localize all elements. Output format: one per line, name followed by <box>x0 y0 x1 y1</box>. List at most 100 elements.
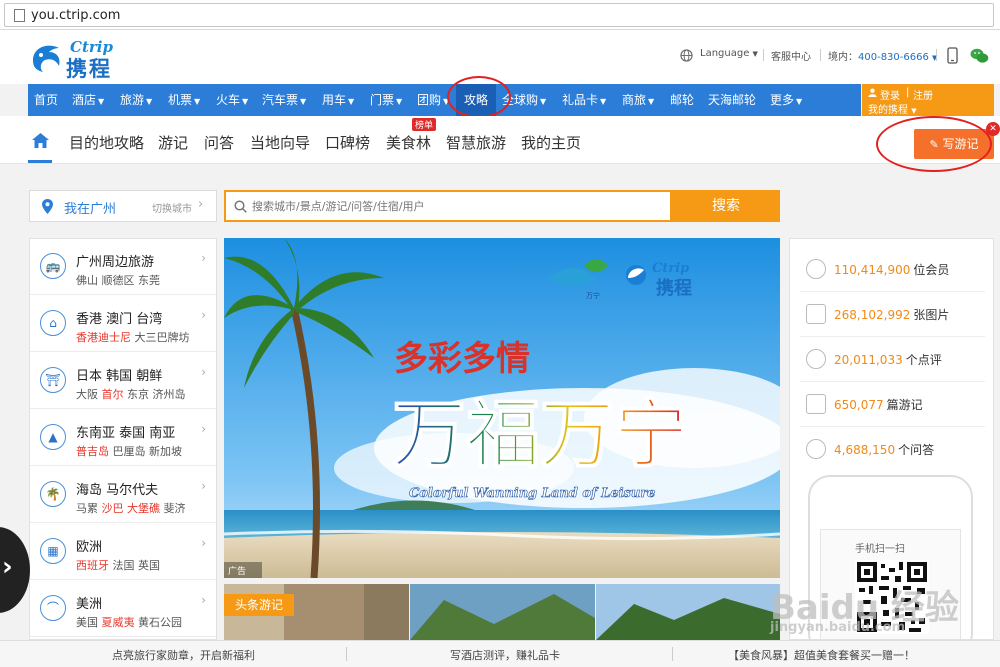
subnav-qa[interactable]: 问答 <box>204 132 234 153</box>
subnav-smart-travel[interactable]: 智慧旅游 <box>446 132 506 153</box>
stat-number: 110,414,900 <box>834 263 911 277</box>
photo-icon <box>806 304 826 324</box>
nav-item-bus[interactable]: 汽车票 ▼ <box>262 84 306 116</box>
subnav-local-guide[interactable]: 当地向导 <box>250 132 310 153</box>
sub-destination[interactable]: 大阪 <box>76 388 98 401</box>
subnav-my-home[interactable]: 我的主页 <box>521 132 581 153</box>
sub-destination[interactable]: 顺德区 <box>102 274 135 287</box>
promo-link-badges[interactable]: 点亮旅行家勋章，开启新福利 <box>112 647 255 663</box>
sub-destination[interactable]: 济州岛 <box>153 388 186 401</box>
sub-destination-hot[interactable]: 夏威夷 <box>102 616 135 629</box>
sub-destination-hot[interactable]: 首尔 <box>102 388 124 401</box>
my-ctrip-link[interactable]: 我的携程 ▼ <box>868 101 917 116</box>
nav-item-home[interactable]: 首页 <box>34 84 58 116</box>
promo-link-hotel-review[interactable]: 写酒店测评，赚礼品卡 <box>450 647 560 663</box>
category-item[interactable]: 🚌 广州周边旅游 佛山 顺德区 东莞 › <box>30 239 216 295</box>
subnav-ranking[interactable]: 口碑榜 <box>325 132 370 153</box>
category-title: 欧洲 <box>76 540 103 555</box>
nav-item-tickets[interactable]: 门票 ▼ <box>370 84 402 116</box>
subnav-travelogues[interactable]: 游记 <box>158 132 188 153</box>
divider <box>936 49 937 61</box>
sub-destination[interactable]: 东京 <box>127 388 149 401</box>
nav-item-hotel[interactable]: 酒店 ▼ <box>72 84 104 116</box>
nav-item-car[interactable]: 用车 ▼ <box>322 84 354 116</box>
login-link[interactable]: 登录 <box>880 87 900 102</box>
location-selector[interactable]: 我在广州 切换城市 › <box>29 190 217 222</box>
sub-destination[interactable]: 斐济 <box>164 502 186 515</box>
separator: | <box>906 87 910 98</box>
caret-down-icon: ▼ <box>600 97 607 106</box>
subnav-food[interactable]: 美食林 <box>386 132 431 153</box>
url-field[interactable]: you.ctrip.com <box>4 3 994 27</box>
nav-label: 天海邮轮 <box>708 93 757 107</box>
register-link[interactable]: 注册 <box>913 87 933 102</box>
category-item[interactable]: ▲ 东南亚 泰国 南亚 普吉岛 巴厘岛 新加坡 › <box>30 410 216 466</box>
sub-destination[interactable]: 新加坡 <box>149 445 182 458</box>
wechat-icon[interactable] <box>970 48 989 64</box>
dolphin-logo-icon[interactable] <box>29 40 65 74</box>
nav-item-tianhai-cruise[interactable]: 天海邮轮 <box>708 84 756 116</box>
sub-destination-hot[interactable]: 沙巴 <box>102 502 124 515</box>
category-item[interactable]: ▦ 欧洲 西班牙 法国 英国 › <box>30 524 216 580</box>
switch-city-link[interactable]: 切换城市 <box>152 200 192 215</box>
nav-item-more[interactable]: 更多 ▼ <box>770 84 802 116</box>
building-icon: ▦ <box>40 538 66 564</box>
sub-destination-hot[interactable]: 大堡礁 <box>127 502 160 515</box>
category-item[interactable]: ⌂ 香港 澳门 台湾 香港迪士尼 大三巴牌坊 › <box>30 296 216 352</box>
sub-destination[interactable]: 东莞 <box>138 274 160 287</box>
language-label: Language <box>700 48 750 59</box>
side-scroll-button[interactable]: › <box>0 527 30 613</box>
nav-label: 火车 <box>216 93 241 107</box>
nav-item-train[interactable]: 火车 ▼ <box>216 84 248 116</box>
caret-down-icon: ▼ <box>300 97 307 106</box>
banner-title: 多彩多情 <box>394 339 530 379</box>
service-center-link[interactable]: 客服中心 <box>771 48 811 63</box>
nav-item-flight[interactable]: 机票 ▼ <box>168 84 200 116</box>
chevron-right-icon: › <box>201 422 206 436</box>
sub-destination[interactable]: 大三巴牌坊 <box>135 331 190 344</box>
caret-down-icon: ▼ <box>396 97 403 106</box>
sub-destination[interactable]: 马累 <box>76 502 98 515</box>
question-icon <box>806 439 826 459</box>
headline-label[interactable]: 头条游记 <box>224 594 294 616</box>
home-icon[interactable] <box>32 133 49 148</box>
sub-destination[interactable]: 巴厘岛 <box>113 445 146 458</box>
category-item[interactable]: ⌒ 美洲 美国 夏威夷 黄石公园 › <box>30 581 216 637</box>
location-pin-icon <box>42 199 53 214</box>
sub-destination[interactable]: 黄石公园 <box>138 616 182 629</box>
stat-photos: 268,102,992 张图片 <box>800 292 985 337</box>
chevron-right-icon: › <box>198 197 204 212</box>
stat-label: 个问答 <box>898 443 935 457</box>
sub-destination-hot[interactable]: 香港迪士尼 <box>76 331 131 344</box>
nav-item-business[interactable]: 商旅 ▼ <box>622 84 654 116</box>
category-item[interactable]: ⛩ 日本 韩国 朝鲜 大阪 首尔 东京 济州岛 › <box>30 353 216 409</box>
divider <box>763 49 764 61</box>
sub-destination[interactable]: 美国 <box>76 616 98 629</box>
sub-destination[interactable]: 英国 <box>138 559 160 572</box>
category-subs: 马累 沙巴 大堡礁 斐济 <box>76 500 186 516</box>
nav-label: 邮轮 <box>670 93 695 107</box>
mobile-phone-icon[interactable] <box>947 47 958 64</box>
category-title: 广州周边旅游 <box>76 255 155 270</box>
nav-item-groupbuy[interactable]: 团购 ▼ <box>417 84 449 116</box>
sub-destination-hot[interactable]: 普吉岛 <box>76 445 109 458</box>
nav-item-travel[interactable]: 旅游 ▼ <box>120 84 152 116</box>
search-input[interactable] <box>252 195 662 217</box>
sub-destination[interactable]: 法国 <box>113 559 135 572</box>
search-button[interactable]: 搜索 <box>672 190 780 222</box>
phone-label: 境内： <box>828 52 858 63</box>
phone-selector[interactable]: 境内：400-830-6666 ▼ <box>828 48 937 63</box>
tower-icon: ⌂ <box>40 310 66 336</box>
nav-item-giftcard[interactable]: 礼品卡 ▼ <box>562 84 606 116</box>
language-selector[interactable]: Language ▼ <box>700 48 758 59</box>
promo-link-food[interactable]: 【美食风暴】超值美食套餐买一赠一！ <box>728 647 915 663</box>
category-item[interactable]: 🌴 海岛 马尔代夫 马累 沙巴 大堡礁 斐济 › <box>30 467 216 523</box>
nav-item-cruise[interactable]: 邮轮 <box>670 84 694 116</box>
chevron-right-icon: › <box>201 365 206 379</box>
subnav-destination-guides[interactable]: 目的地攻略 <box>69 132 144 153</box>
promo-banner[interactable]: Ctrip 携程 万宁 多彩多情 万福万宁 Colorful Wanning L… <box>224 238 780 578</box>
stat-travelogues: 650,077 篇游记 <box>800 382 985 427</box>
sub-destination[interactable]: 佛山 <box>76 274 98 287</box>
sub-destination-hot[interactable]: 西班牙 <box>76 559 109 572</box>
caret-down-icon: ▼ <box>752 50 758 58</box>
